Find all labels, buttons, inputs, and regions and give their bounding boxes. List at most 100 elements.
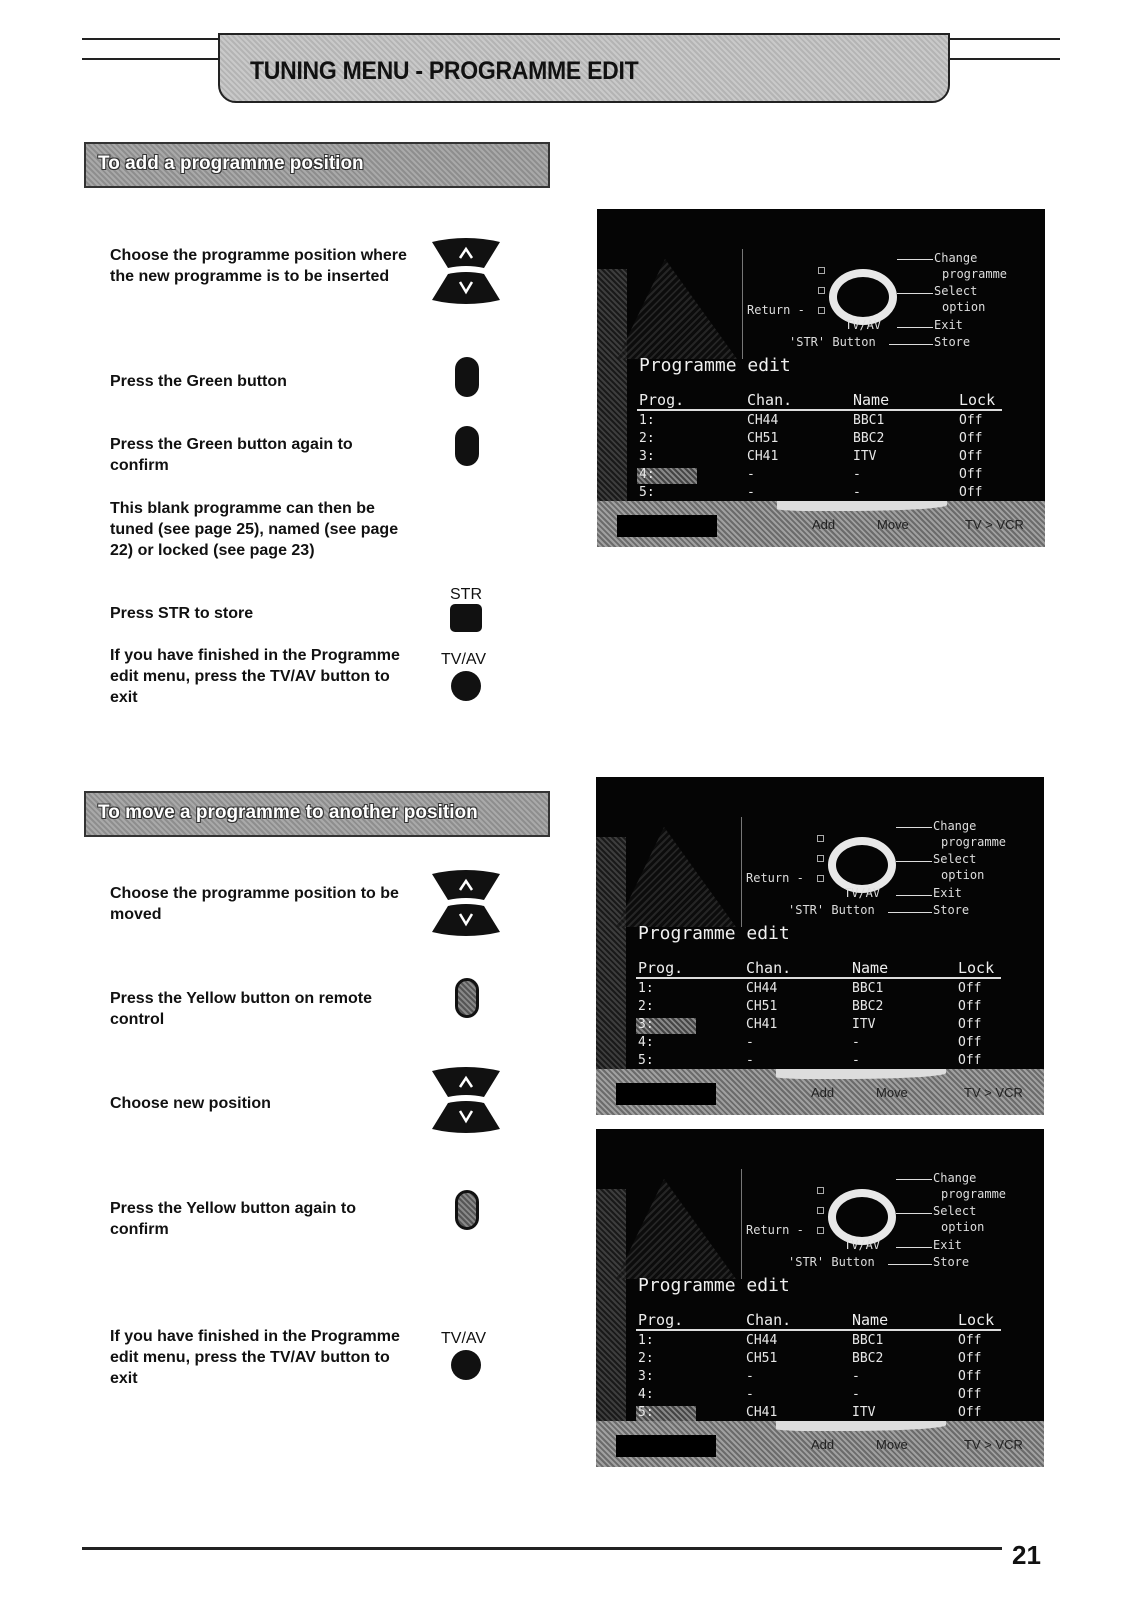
table-cell: CH51 bbox=[747, 431, 779, 446]
pointer-line bbox=[896, 1247, 932, 1248]
footer-move: Move bbox=[877, 517, 909, 532]
table-cell: CH41 bbox=[746, 1405, 778, 1420]
column-header: Name bbox=[852, 1311, 889, 1329]
table-cell: 5: bbox=[639, 485, 655, 500]
footer-tv-vcr: TV > VCR bbox=[964, 1085, 1023, 1100]
page-title: TUNING MENU - PROGRAMME EDIT bbox=[250, 57, 639, 85]
table-cell: Off bbox=[959, 413, 983, 428]
column-header: Name bbox=[852, 959, 889, 977]
help-select: Select bbox=[933, 852, 977, 866]
table-cell: CH44 bbox=[747, 413, 779, 428]
table-cell: Off bbox=[959, 449, 983, 464]
step-text: This blank programme can then be tuned (… bbox=[110, 500, 399, 559]
table-cell: BBC2 bbox=[852, 1351, 884, 1366]
help-option: option bbox=[941, 1220, 985, 1234]
osd-footer-bar: Add Move TV > VCR bbox=[597, 501, 1045, 547]
table-cell: - bbox=[853, 467, 861, 482]
help-store: Store bbox=[933, 1255, 970, 1269]
section-title: To add a programme position bbox=[98, 153, 364, 174]
header-rule bbox=[636, 1329, 1001, 1331]
table-cell: BBC2 bbox=[853, 431, 885, 446]
help-programme: programme bbox=[941, 1187, 1007, 1201]
background-pattern bbox=[616, 1179, 736, 1279]
help-programme: programme bbox=[941, 835, 1007, 849]
table-cell: CH44 bbox=[746, 1333, 778, 1348]
table-cell: - bbox=[746, 1369, 754, 1384]
column-header: Chan. bbox=[747, 391, 793, 409]
pointer-line bbox=[896, 1213, 932, 1214]
background-pattern bbox=[617, 259, 737, 359]
footer-block bbox=[616, 1435, 716, 1457]
background-pattern bbox=[596, 837, 626, 1077]
table-cell: Off bbox=[958, 1351, 982, 1366]
step-text: Press STR to store bbox=[110, 605, 254, 622]
pointer-line bbox=[896, 895, 932, 896]
table-cell: CH51 bbox=[746, 999, 778, 1014]
dpad-icon bbox=[828, 837, 896, 893]
table-cell: - bbox=[852, 1053, 860, 1068]
tv-screen-programme-edit: Change programme Select option Return - TV/AV… bbox=[596, 777, 1044, 1115]
table-cell: 4: bbox=[639, 467, 655, 482]
divider-line bbox=[742, 249, 743, 359]
table-cell: 2: bbox=[638, 999, 654, 1014]
table-cell: ITV bbox=[852, 1017, 876, 1032]
table-cell: 1: bbox=[638, 1333, 654, 1348]
tvav-button-icon bbox=[451, 671, 481, 701]
table-cell: Off bbox=[958, 999, 982, 1014]
step-text: Choose new position bbox=[110, 1095, 271, 1112]
help-tvav: TV/AV bbox=[844, 886, 881, 900]
table-cell: BBC1 bbox=[852, 1333, 884, 1348]
footer-rule bbox=[82, 1547, 1002, 1550]
header-rule bbox=[82, 38, 220, 40]
help-tvav: TV/AV bbox=[845, 318, 882, 332]
background-pattern bbox=[596, 1189, 626, 1429]
table-cell: Off bbox=[958, 981, 982, 996]
table-cell: 1: bbox=[638, 981, 654, 996]
dpad-icon bbox=[828, 1189, 896, 1245]
button-square-icon bbox=[818, 267, 825, 274]
column-header: Prog. bbox=[639, 391, 685, 409]
divider-line bbox=[741, 1169, 742, 1279]
table-cell: Off bbox=[958, 1405, 982, 1420]
help-exit: Exit bbox=[933, 886, 962, 900]
help-exit: Exit bbox=[934, 318, 963, 332]
help-change: Change bbox=[933, 1171, 977, 1185]
button-square-icon bbox=[817, 1207, 824, 1214]
header-rule bbox=[946, 58, 1060, 60]
table-cell: 4: bbox=[638, 1035, 654, 1050]
column-header: Prog. bbox=[638, 959, 684, 977]
column-header: Chan. bbox=[746, 1311, 792, 1329]
button-square-icon bbox=[818, 287, 825, 294]
str-button-icon bbox=[450, 604, 482, 632]
help-str-button: 'STR' Button bbox=[789, 335, 876, 349]
table-cell: Off bbox=[959, 485, 983, 500]
table-cell: - bbox=[746, 1053, 754, 1068]
table-cell: Off bbox=[958, 1387, 982, 1402]
table-cell: 2: bbox=[639, 431, 655, 446]
section-heading-move: To move a programme to another position bbox=[84, 791, 550, 837]
help-change: Change bbox=[933, 819, 977, 833]
help-exit: Exit bbox=[933, 1238, 962, 1252]
tvav-button-icon bbox=[451, 1350, 481, 1380]
tvav-button-label: TV/AV bbox=[441, 651, 487, 668]
column-header: Lock bbox=[959, 391, 996, 409]
button-square-icon bbox=[817, 855, 824, 862]
table-cell: CH44 bbox=[746, 981, 778, 996]
table-cell: CH41 bbox=[746, 1017, 778, 1032]
table-cell: BBC1 bbox=[852, 981, 884, 996]
help-store: Store bbox=[933, 903, 970, 917]
table-cell: Off bbox=[958, 1017, 982, 1032]
step-text: Press the Green button again to confirm bbox=[110, 436, 353, 474]
osd-title: Programme edit bbox=[638, 1275, 790, 1296]
tvav-button-label: TV/AV bbox=[441, 1330, 487, 1347]
help-select: Select bbox=[933, 1204, 977, 1218]
table-cell: Off bbox=[958, 1333, 982, 1348]
column-header: Prog. bbox=[638, 1311, 684, 1329]
table-cell: Off bbox=[958, 1369, 982, 1384]
up-down-buttons-icon bbox=[432, 1067, 500, 1133]
table-cell: CH41 bbox=[747, 449, 779, 464]
table-cell: - bbox=[852, 1387, 860, 1402]
background-pattern bbox=[776, 1421, 946, 1431]
button-square-icon bbox=[818, 307, 825, 314]
table-cell: - bbox=[746, 1035, 754, 1050]
